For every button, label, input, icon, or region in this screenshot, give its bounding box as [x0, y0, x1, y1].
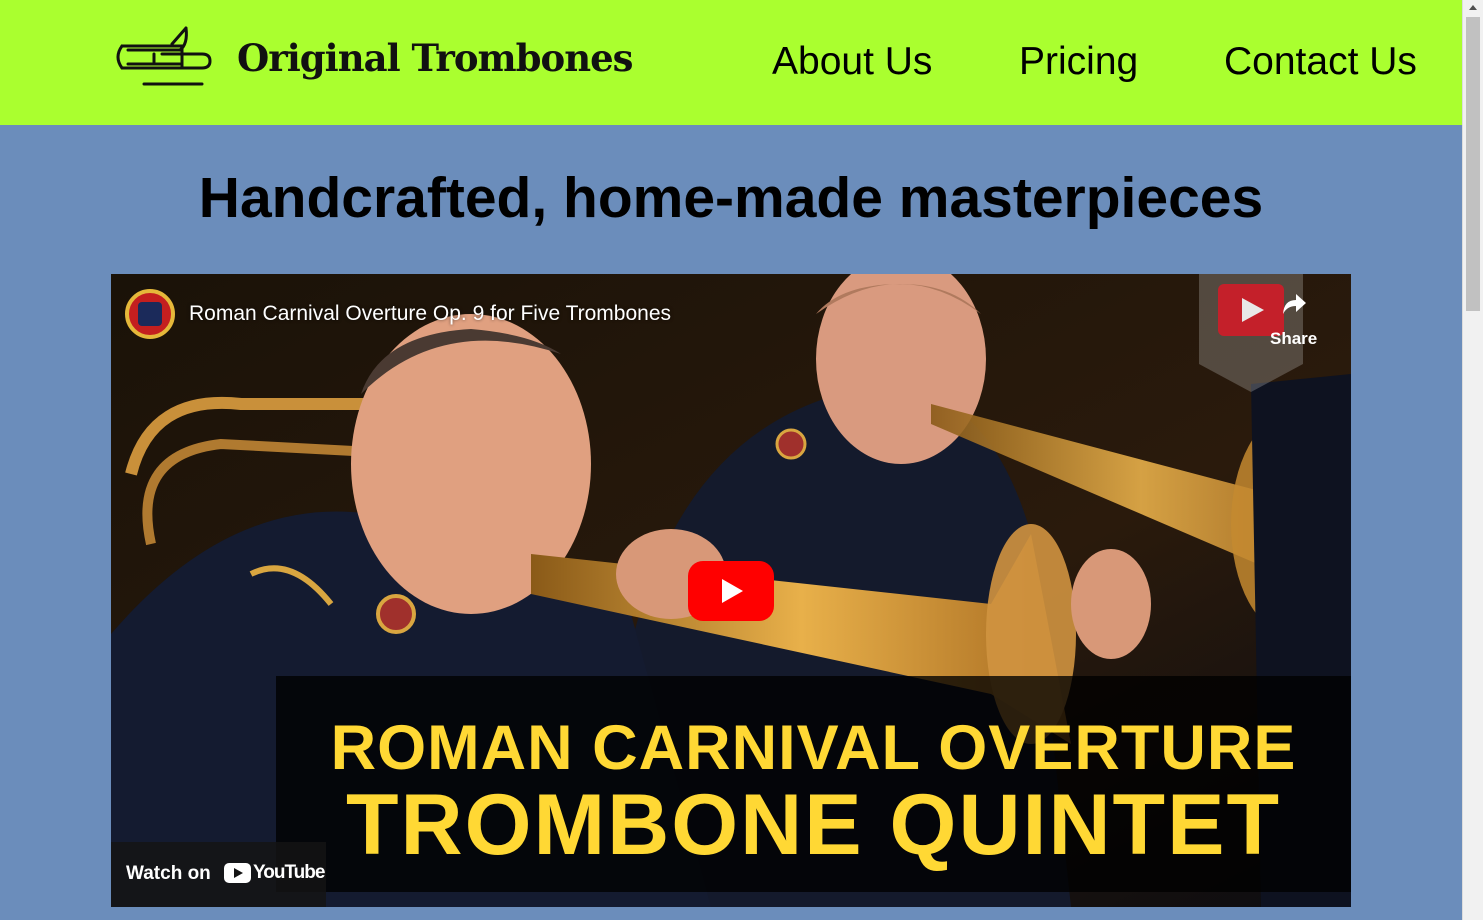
site-header: Original Trombones About Us Pricing Cont…	[0, 0, 1462, 125]
video-title[interactable]: Roman Carnival Overture Op. 9 for Five T…	[189, 302, 671, 326]
youtube-logo-text: YouTube	[253, 862, 325, 883]
share-icon[interactable]	[1281, 292, 1307, 316]
nav-link-about-us[interactable]: About Us	[772, 40, 932, 84]
video-embed[interactable]: Roman Carnival Overture Op. 9 for Five T…	[111, 274, 1351, 907]
nav-link-pricing[interactable]: Pricing	[1019, 40, 1138, 84]
overlay-title-line2: TROMBONE QUINTET	[346, 777, 1281, 873]
play-icon	[722, 579, 743, 603]
vertical-scrollbar[interactable]	[1462, 0, 1483, 920]
overlay-title-line1: ROMAN CARNIVAL OVERTURE	[330, 713, 1297, 783]
page: Original Trombones About Us Pricing Cont…	[0, 0, 1462, 920]
page-headline: Handcrafted, home-made masterpieces	[198, 166, 1264, 230]
scroll-up-arrow-icon[interactable]	[1469, 5, 1477, 10]
brand-name[interactable]: Original Trombones	[237, 36, 634, 80]
nav-link-contact-us[interactable]: Contact Us	[1224, 40, 1417, 84]
play-button[interactable]	[688, 561, 774, 621]
scrollbar-thumb[interactable]	[1466, 17, 1480, 311]
watch-on-label: Watch on	[126, 863, 211, 884]
trombone-logo-icon[interactable]	[114, 24, 218, 94]
channel-avatar-icon[interactable]	[125, 289, 175, 339]
watch-on-youtube-button[interactable]: Watch on YouTube	[111, 842, 326, 907]
youtube-icon	[224, 863, 251, 883]
share-label[interactable]: Share	[1270, 329, 1317, 349]
